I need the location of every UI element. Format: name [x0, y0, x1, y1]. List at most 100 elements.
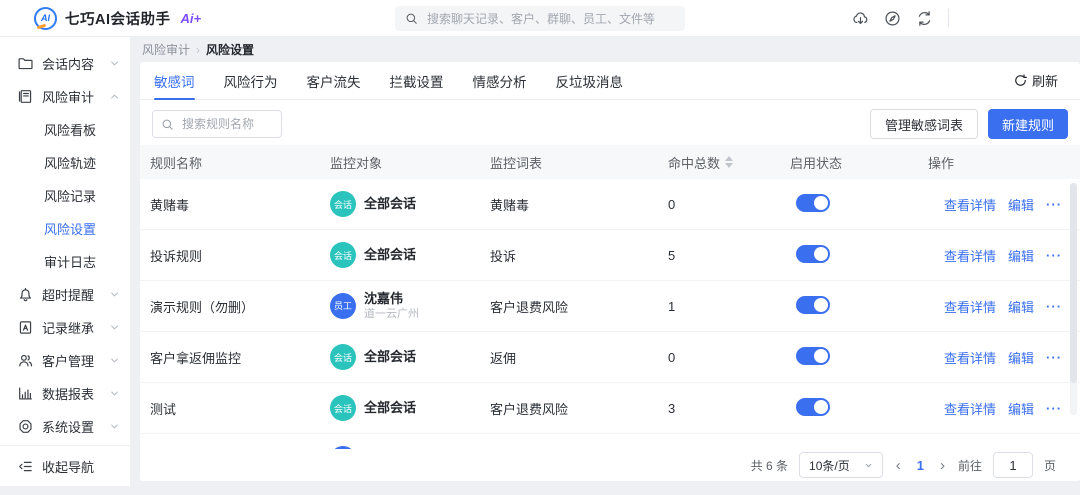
monitor-name: 沈嘉伟	[364, 291, 419, 307]
sidebar-item-record-inherit[interactable]: 记录继承	[0, 311, 130, 344]
sidebar-item-risk-audit[interactable]: 风险审计	[0, 80, 130, 113]
tab-customer-churn[interactable]: 客户流失	[307, 62, 361, 99]
collapse-nav-label: 收起导航	[42, 457, 94, 476]
ai-plus-badge: Ai+	[181, 11, 202, 26]
more-actions-button[interactable]: ···	[1046, 299, 1062, 314]
prev-page-button[interactable]: ‹	[894, 458, 903, 473]
cloud-download-icon[interactable]	[852, 10, 869, 27]
edit-link[interactable]: 编辑	[1008, 297, 1034, 316]
sidebar-item-timeout-reminder[interactable]: 超时提醒	[0, 278, 130, 311]
sidebar-subitem-audit-logs[interactable]: 审计日志	[0, 245, 130, 278]
enable-status-cell	[790, 245, 928, 266]
page-size-select[interactable]: 10条/页	[799, 452, 883, 478]
view-details-link[interactable]: 查看详情	[944, 348, 996, 367]
sort-icon[interactable]	[725, 156, 733, 168]
new-rule-button[interactable]: 新建规则	[988, 109, 1068, 139]
column-header-hit-count[interactable]: 命中总数	[668, 153, 790, 172]
hit-count-cell: 0	[668, 197, 790, 212]
table-header: 规则名称监控对象监控词表命中总数启用状态操作	[140, 145, 1080, 179]
global-search[interactable]	[395, 6, 685, 31]
sidebar-item-label: 记录继承	[42, 318, 94, 337]
enable-toggle[interactable]	[796, 347, 830, 365]
view-details-link[interactable]: 查看详情	[944, 246, 996, 265]
column-header-monitor-wordlist: 监控词表	[490, 153, 668, 172]
tab-anti-spam[interactable]: 反垃圾消息	[556, 62, 624, 99]
scrollbar-thumb[interactable]	[1070, 183, 1077, 383]
compass-icon[interactable]	[884, 10, 901, 27]
wordlist-cell: 黄赌毒	[490, 195, 668, 214]
chevron-up-icon	[109, 91, 120, 102]
column-header-rule-name: 规则名称	[150, 153, 330, 172]
chevron-down-icon	[109, 289, 120, 300]
chevron-down-icon	[109, 421, 120, 432]
tab-intercept-settings[interactable]: 拦截设置	[390, 62, 444, 99]
actions-cell: 查看详情编辑 ···	[928, 297, 1070, 316]
sidebar-item-label: 客户管理	[42, 351, 94, 370]
enable-toggle[interactable]	[796, 194, 830, 212]
toolbar-buttons: 管理敏感词表 新建规则	[870, 109, 1068, 139]
column-header-label: 命中总数	[668, 153, 720, 172]
tab-sentiment-analysis[interactable]: 情感分析	[473, 62, 527, 99]
refresh-icon	[1014, 74, 1027, 87]
view-details-link[interactable]: 查看详情	[944, 297, 996, 316]
sidebar: 会话内容风险审计风险看板风险轨迹风险记录风险设置审计日志超时提醒记录继承客户管理…	[0, 37, 130, 486]
table-row: 投诉规则会话全部会话投诉5查看详情编辑···	[140, 230, 1080, 281]
tab-risk-behavior[interactable]: 风险行为	[224, 62, 278, 99]
sidebar-item-customer-management[interactable]: 客户管理	[0, 344, 130, 377]
sidebar-item-system-settings[interactable]: 系统设置	[0, 410, 130, 443]
content-card: 敏感词风险行为客户流失拦截设置情感分析反垃圾消息 刷新 管理敏感词表 新建规则	[140, 62, 1080, 481]
sidebar-subitem-risk-records[interactable]: 风险记录	[0, 179, 130, 212]
wordlist-cell: 客户退费风险	[490, 399, 668, 418]
more-actions-button[interactable]: ···	[1046, 401, 1062, 416]
monitor-target-cell: 会话全部会话	[330, 242, 490, 268]
sidebar-item-conversation-content[interactable]: 会话内容	[0, 47, 130, 80]
enable-status-cell	[790, 398, 928, 419]
sync-icon[interactable]	[916, 10, 933, 27]
chevron-down-icon	[864, 461, 873, 470]
enable-toggle[interactable]	[796, 398, 830, 416]
collapse-nav-button[interactable]: 收起导航	[0, 445, 130, 486]
table-body: 黄赌毒会话全部会话黄赌毒0查看详情编辑···投诉规则会话全部会话投诉5查看详情编…	[140, 179, 1080, 449]
edit-link[interactable]: 编辑	[1008, 195, 1034, 214]
breadcrumb-parent[interactable]: 风险审计	[142, 41, 190, 58]
goto-label: 前往	[958, 457, 982, 474]
table-scrollbar[interactable]	[1070, 183, 1077, 415]
sidebar-subitem-risk-board[interactable]: 风险看板	[0, 113, 130, 146]
sidebar-subitem-risk-settings[interactable]: 风险设置	[0, 212, 130, 245]
view-details-link[interactable]: 查看详情	[944, 399, 996, 418]
topbar-divider	[948, 9, 949, 27]
page-number-button[interactable]: 1	[914, 458, 927, 473]
sidebar-item-label: 系统设置	[42, 417, 94, 436]
view-details-link[interactable]: 查看详情	[944, 195, 996, 214]
sidebar-item-data-reports[interactable]: 数据报表	[0, 377, 130, 410]
monitor-avatar: 会话	[330, 242, 356, 268]
more-actions-button[interactable]: ···	[1046, 197, 1062, 212]
customers-icon	[18, 353, 33, 368]
monitor-name: 全部会话	[364, 247, 416, 263]
global-search-input[interactable]	[425, 11, 675, 27]
enable-toggle[interactable]	[796, 296, 830, 314]
chevron-down-icon	[109, 355, 120, 366]
breadcrumb-separator-icon: ›	[196, 43, 200, 57]
wordlist-cell: 投诉	[490, 246, 668, 265]
more-actions-button[interactable]: ···	[1046, 350, 1062, 365]
goto-page-input[interactable]	[993, 452, 1033, 478]
more-actions-button[interactable]: ···	[1046, 248, 1062, 263]
rule-search-input[interactable]	[180, 116, 273, 132]
edit-link[interactable]: 编辑	[1008, 246, 1034, 265]
edit-link[interactable]: 编辑	[1008, 348, 1034, 367]
tabs: 敏感词风险行为客户流失拦截设置情感分析反垃圾消息	[154, 62, 652, 99]
rule-name-cell: 测试	[150, 399, 330, 418]
rule-search[interactable]	[152, 110, 282, 138]
tab-sensitive-words[interactable]: 敏感词	[154, 62, 195, 99]
rule-name-cell: 黄赌毒	[150, 195, 330, 214]
enable-status-cell	[790, 296, 928, 317]
next-page-button[interactable]: ›	[938, 458, 947, 473]
edit-link[interactable]: 编辑	[1008, 399, 1034, 418]
rule-name-cell: 演示规则（勿删）	[150, 297, 330, 316]
refresh-button[interactable]: 刷新	[1014, 71, 1058, 90]
enable-toggle[interactable]	[796, 245, 830, 263]
chart-icon	[18, 386, 33, 401]
manage-wordlists-button[interactable]: 管理敏感词表	[870, 109, 978, 139]
sidebar-subitem-risk-track[interactable]: 风险轨迹	[0, 146, 130, 179]
